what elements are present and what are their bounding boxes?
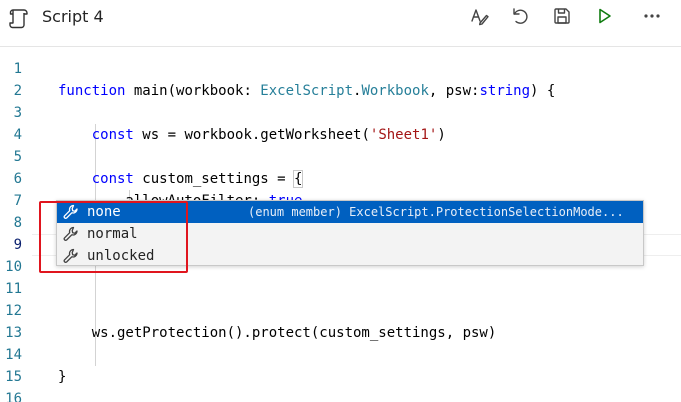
line-number: 2	[13, 83, 22, 99]
code-token: {	[292, 170, 304, 188]
code-line[interactable]: 15}	[0, 366, 681, 388]
spellcheck-button[interactable]	[466, 5, 492, 31]
code-token: string	[479, 83, 531, 99]
code-line[interactable]: 3	[0, 102, 681, 124]
run-icon	[594, 6, 614, 30]
code-line[interactable]: 13 ws.getProtection().protect(custom_set…	[0, 322, 681, 344]
line-number: 7	[13, 193, 22, 209]
suggestion-item-none[interactable]: none (enum member) ExcelScript.Protectio…	[57, 201, 643, 223]
code-token: )	[437, 127, 446, 143]
code-token: function	[58, 83, 126, 99]
suggestion-detail: (enum member) ExcelScript.ProtectionSele…	[248, 205, 624, 219]
undo-button[interactable]	[507, 5, 533, 31]
line-number: 10	[5, 259, 22, 275]
suggestion-label: none	[87, 204, 121, 220]
code-line[interactable]: 6 const custom_settings = {	[0, 168, 681, 190]
code-line[interactable]: 16	[0, 388, 681, 402]
suggestion-item-normal[interactable]: normal	[57, 223, 643, 245]
code-text: const ws = workbook.getWorksheet('Sheet1…	[58, 124, 446, 146]
save-icon	[552, 6, 572, 30]
line-number: 8	[13, 215, 22, 231]
line-number: 5	[13, 149, 22, 165]
title-bar: Script 4	[0, 0, 681, 36]
save-button[interactable]	[549, 5, 575, 31]
code-line[interactable]: 14	[0, 344, 681, 366]
line-number: 14	[5, 347, 22, 363]
code-text: const custom_settings = {	[58, 168, 304, 190]
code-line[interactable]: 12	[0, 300, 681, 322]
enum-member-icon	[62, 225, 80, 243]
line-number: 13	[5, 325, 22, 341]
line-number: 15	[5, 369, 22, 385]
line-number: 6	[13, 171, 22, 187]
code-token: }	[58, 369, 67, 385]
enum-member-icon	[62, 247, 80, 265]
suggestion-item-unlocked[interactable]: unlocked	[57, 245, 643, 267]
code-token: , psw:	[428, 83, 480, 99]
suggestion-label: unlocked	[87, 248, 155, 264]
title-divider	[0, 46, 681, 47]
undo-icon	[510, 6, 530, 30]
code-token: const	[91, 171, 134, 187]
code-token: ws.getProtection().protect(custom_settin…	[58, 325, 497, 341]
code-text: ws.getProtection().protect(custom_settin…	[58, 322, 497, 344]
code-line[interactable]: 1	[0, 58, 681, 80]
line-number: 4	[13, 127, 22, 143]
code-line[interactable]: 2 function main(workbook: ExcelScript.Wor…	[0, 80, 681, 102]
code-line[interactable]: 11	[0, 278, 681, 300]
code-line[interactable]: 4 const ws = workbook.getWorksheet('Shee…	[0, 124, 681, 146]
code-token: custom_settings =	[133, 171, 295, 187]
code-token: const	[91, 127, 134, 143]
enum-member-icon	[62, 203, 80, 221]
line-number: 3	[13, 105, 22, 121]
line-number: 1	[13, 61, 22, 77]
code-token: ws = workbook.getWorksheet(	[133, 127, 370, 143]
run-button[interactable]	[591, 5, 617, 31]
script-title: Script 4	[42, 7, 104, 26]
code-token: Workbook	[361, 83, 429, 99]
suggestion-label: normal	[87, 226, 138, 242]
code-text: function main(workbook: ExcelScript.Work…	[58, 80, 555, 102]
code-line[interactable]: 5	[0, 146, 681, 168]
script-file-icon	[7, 6, 31, 30]
code-token: ExcelScript	[260, 83, 354, 99]
more-options-button[interactable]	[639, 5, 665, 31]
code-token: 'Sheet1'	[369, 127, 438, 143]
line-number: 11	[5, 281, 22, 297]
suggestion-list: none (enum member) ExcelScript.Protectio…	[56, 200, 644, 266]
code-text: }	[58, 366, 66, 388]
code-token: ) {	[530, 83, 556, 99]
spellcheck-icon	[469, 6, 489, 30]
line-number: 9	[13, 237, 22, 253]
line-number: 16	[5, 391, 22, 402]
code-token: main(workbook:	[125, 83, 261, 99]
more-icon	[642, 6, 662, 30]
line-number: 12	[5, 303, 22, 319]
